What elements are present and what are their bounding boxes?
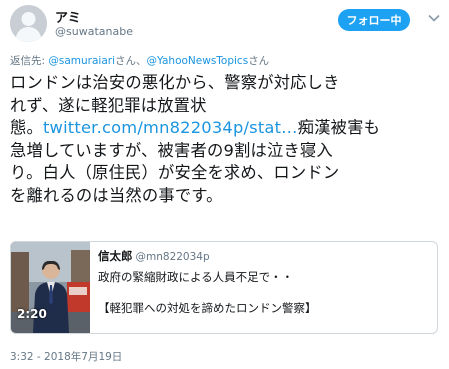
user-handle[interactable]: @suwatanabe bbox=[55, 25, 133, 38]
tweet-text: ロンドンは治安の悪化から、警察が対応しき れず、遂に軽犯罪は放置状 態。twit… bbox=[10, 72, 442, 207]
reply-prefix: 返信先: bbox=[10, 55, 49, 67]
tweet-line: り。白人（原住民）が安全を求め、ロンドン bbox=[10, 163, 340, 182]
tweet-text-segment: 態。 bbox=[10, 118, 43, 137]
tweet-text-segment: 痴漢被害も bbox=[297, 118, 381, 137]
tweet-line: れず、遂に軽犯罪は放置状 bbox=[10, 95, 207, 115]
reply-context: 返信先: @samuraiariさん、@YahooNewsTopicsさん bbox=[10, 53, 269, 68]
reply-suffix: さん bbox=[248, 55, 270, 67]
video-duration: 2:20 bbox=[17, 307, 47, 321]
reply-user-link[interactable]: @YahooNewsTopics bbox=[147, 55, 249, 67]
tweet-line: を離れるのは当然の事です。 bbox=[10, 185, 223, 205]
user-display-name[interactable]: アミ bbox=[55, 7, 81, 26]
reply-separator: さん、 bbox=[115, 55, 147, 67]
tweet-link[interactable]: twitter.com/mn822034p/stat… bbox=[43, 118, 298, 137]
tweet-line: 急増していますが、被害者の9割は泣き寝入 bbox=[10, 140, 333, 160]
tweet-timestamp[interactable]: 3:32 - 2018年7月19日 bbox=[10, 349, 122, 364]
reply-user-link[interactable]: @samuraiari bbox=[48, 55, 115, 67]
tweet-line: ロンドンは治安の悪化から、警察が対応しき bbox=[10, 73, 340, 92]
following-button[interactable]: フォロー中 bbox=[338, 9, 410, 31]
avatar[interactable] bbox=[10, 5, 47, 42]
video-thumbnail[interactable]: 2:20 bbox=[11, 242, 90, 333]
tweet-line: 態。twitter.com/mn822034p/stat…痴漢被害も bbox=[10, 117, 442, 140]
quoted-author-line: 信太郎 @mn822034p bbox=[98, 248, 428, 264]
quoted-author-name[interactable]: 信太郎 bbox=[98, 249, 133, 263]
quoted-tweet-card[interactable]: 2:20 信太郎 @mn822034p 政府の緊縮財政による人員不足で・・ 【軽犯… bbox=[10, 241, 438, 334]
quoted-text-line: 【軽犯罪への対処を諦めたロンドン警察】 bbox=[98, 301, 317, 315]
quoted-author-handle[interactable]: @mn822034p bbox=[136, 251, 210, 263]
quoted-tweet-body: 信太郎 @mn822034p 政府の緊縮財政による人員不足で・・ 【軽犯罪への対処… bbox=[98, 248, 428, 316]
quoted-text-line: 政府の緊縮財政による人員不足で・・ bbox=[98, 270, 294, 284]
chevron-down-icon[interactable] bbox=[427, 11, 441, 25]
default-profile-icon bbox=[10, 5, 47, 42]
